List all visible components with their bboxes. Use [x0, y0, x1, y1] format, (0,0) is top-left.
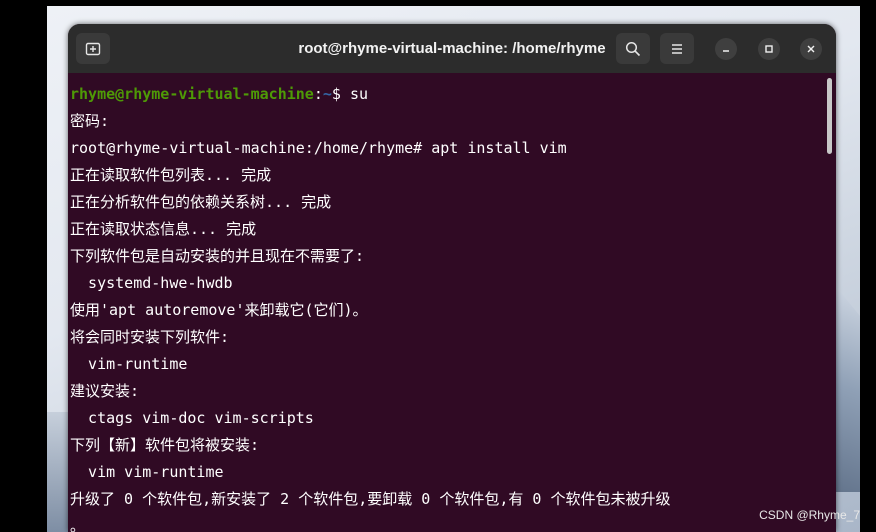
terminal-output: rhyme@rhyme-virtual-machine:~$ su 密码: ro…: [70, 81, 822, 532]
output-line: 使用'apt autoremove'来卸载它(它们)。: [70, 301, 368, 319]
output-line: 。: [70, 517, 86, 532]
desktop: root@rhyme-virtual-machine: /home/rhyme: [0, 0, 876, 532]
output-line: 升级了 0 个软件包,新安装了 2 个软件包,要卸载 0 个软件包,有 0 个软…: [70, 490, 671, 508]
prompt-user-host: rhyme@rhyme-virtual-machine: [70, 85, 314, 103]
new-tab-icon: [85, 42, 101, 55]
output-line: 正在分析软件包的依赖关系树... 完成: [70, 193, 332, 211]
terminal-content[interactable]: rhyme@rhyme-virtual-machine:~$ su 密码: ro…: [68, 73, 836, 532]
search-icon: [625, 41, 641, 56]
prompt-colon: :: [313, 85, 323, 103]
minimize-icon: [723, 50, 729, 52]
output-line: 正在读取软件包列表... 完成: [70, 166, 272, 184]
output-line: vim-runtime: [70, 355, 188, 373]
search-button[interactable]: [616, 33, 650, 64]
output-line: 将会同时安装下列软件:: [70, 328, 230, 346]
prompt-symbol: $: [331, 85, 350, 103]
menu-button[interactable]: [660, 33, 694, 64]
output-line: systemd-hwe-hwdb: [70, 274, 233, 292]
terminal-window[interactable]: root@rhyme-virtual-machine: /home/rhyme: [68, 24, 836, 532]
csdn-watermark: CSDN @Rhyme_7: [759, 508, 860, 522]
close-button[interactable]: [800, 38, 822, 60]
title-bar[interactable]: root@rhyme-virtual-machine: /home/rhyme: [68, 24, 836, 73]
prompt-line: rhyme@rhyme-virtual-machine:~$ su: [70, 81, 822, 108]
terminal-scrollbar[interactable]: [827, 78, 832, 154]
minimize-button[interactable]: [715, 38, 737, 60]
prompt-command: su: [349, 85, 369, 103]
output-line: 正在读取状态信息... 完成: [70, 220, 257, 238]
maximize-button[interactable]: [758, 38, 780, 60]
output-line: 下列【新】软件包将被安装:: [70, 436, 260, 454]
output-line: ctags vim-doc vim-scripts: [70, 409, 314, 427]
output-line: 密码:: [70, 112, 110, 130]
new-tab-button[interactable]: [76, 33, 110, 64]
prompt-path: ~: [322, 85, 332, 103]
output-line: root@rhyme-virtual-machine:/home/rhyme# …: [70, 139, 567, 157]
close-icon: [807, 45, 815, 53]
output-line: vim vim-runtime: [70, 463, 224, 481]
output-line: 下列软件包是自动安装的并且现在不需要了:: [70, 247, 365, 265]
maximize-icon: [765, 45, 773, 53]
output-line: 建议安装:: [70, 382, 140, 400]
hamburger-menu-icon: [672, 43, 682, 54]
